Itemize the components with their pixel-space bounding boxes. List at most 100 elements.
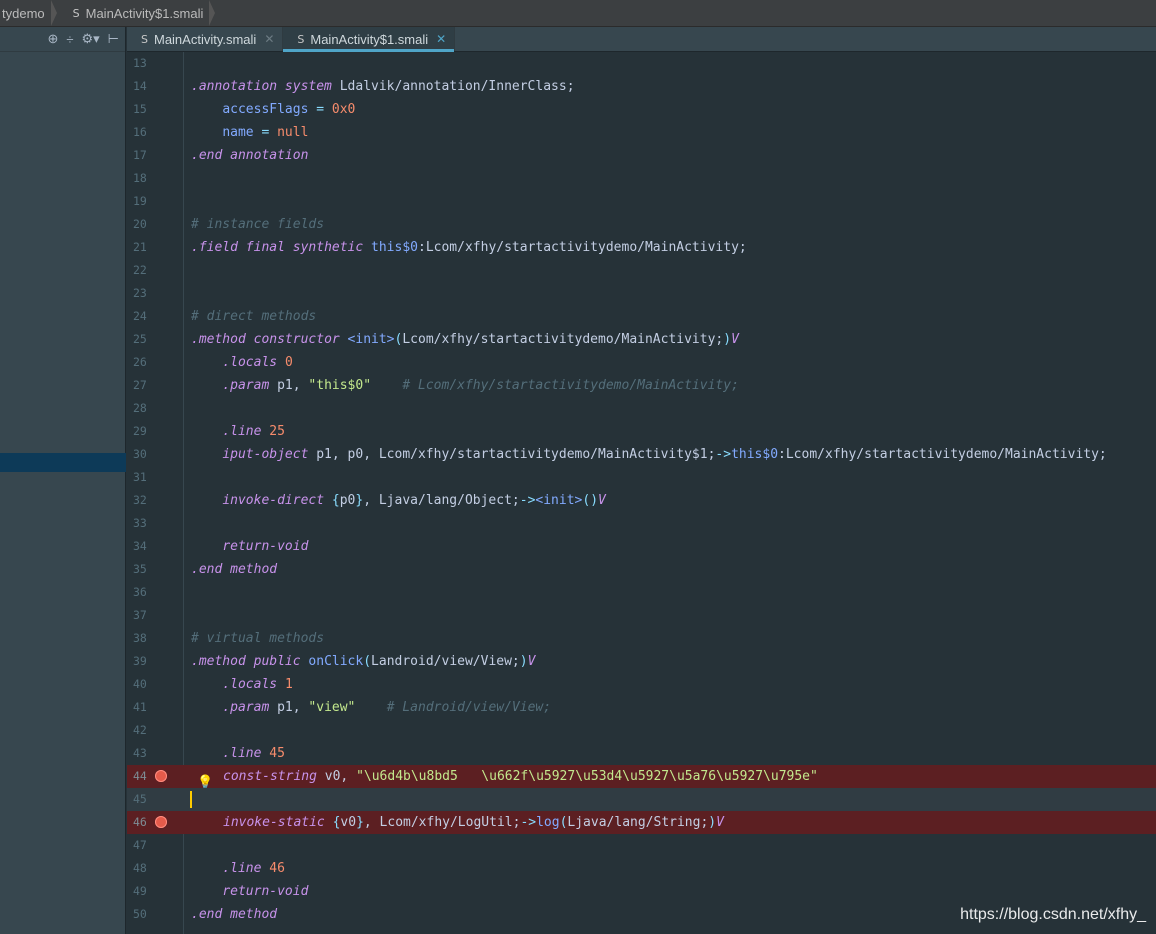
line-number[interactable]: 23 (133, 282, 153, 305)
code-line[interactable]: 29 .line 25 (127, 420, 1156, 443)
code-line[interactable]: 36 (127, 581, 1156, 604)
code-line[interactable]: 34 return-void (127, 535, 1156, 558)
code-line[interactable]: 25 .method constructor <init>(Lcom/xfhy/s… (127, 328, 1156, 351)
code-line[interactable]: 49 return-void (127, 880, 1156, 903)
code-line[interactable]: 15 accessFlags = 0x0 (127, 98, 1156, 121)
code-line[interactable]: 28 (127, 397, 1156, 420)
line-number[interactable]: 41 (133, 696, 153, 719)
line-number[interactable]: 29 (133, 420, 153, 443)
code-line[interactable]: 14 .annotation system Ldalvik/annotation/… (127, 75, 1156, 98)
tab-mainactivity1-smali[interactable]: S MainActivity$1.smali ✕ (283, 27, 456, 52)
code-line[interactable]: 44 💡 const-string v0, "\u6d4b\u8bd5 \u662f… (127, 765, 1156, 790)
code-line[interactable]: 45 (127, 788, 1156, 811)
line-number[interactable]: 48 (133, 857, 153, 880)
code-line[interactable]: 46 invoke-static {v0}, Lcom/xfhy/LogUtil;… (127, 811, 1156, 834)
code-line[interactable]: 16 name = null (127, 121, 1156, 144)
code-line[interactable]: 23 (127, 282, 1156, 305)
line-number[interactable]: 33 (133, 512, 153, 535)
line-number[interactable]: 37 (133, 604, 153, 627)
code-token: invoke-direct (222, 493, 325, 508)
code-line[interactable]: 30 iput-object p1, p0, Lcom/xfhy/startac… (127, 443, 1156, 466)
code-line[interactable]: 26 .locals 0 (127, 351, 1156, 374)
line-number[interactable]: 22 (133, 259, 153, 282)
line-number[interactable]: 15 (133, 98, 153, 121)
line-number[interactable]: 38 (133, 627, 153, 650)
collapse-all-icon[interactable]: ÷ (66, 32, 73, 47)
code-editor[interactable]: 13 14 .annotation system Ldalvik/annotatio… (127, 52, 1156, 934)
line-number[interactable]: 39 (133, 650, 153, 673)
code-line[interactable]: 39 .method public onClick(Landroid/view/V… (127, 650, 1156, 673)
close-icon[interactable]: ✕ (264, 32, 274, 46)
code-line[interactable]: 40 .locals 1 (127, 673, 1156, 696)
line-number[interactable]: 18 (133, 167, 153, 190)
code-line[interactable]: 22 (127, 259, 1156, 282)
line-number[interactable]: 17 (133, 144, 153, 167)
code-line[interactable]: 19 (127, 190, 1156, 213)
code-line[interactable]: 21 .field final synthetic this$0:Lcom/xfh… (127, 236, 1156, 259)
gear-icon[interactable]: ⚙▾ (81, 31, 99, 47)
line-number[interactable]: 45 (133, 788, 153, 811)
line-number[interactable]: 30 (133, 443, 153, 466)
code-line[interactable]: 43 .line 45 (127, 742, 1156, 765)
line-number[interactable]: 27 (133, 374, 153, 397)
selected-tree-item[interactable] (0, 453, 126, 472)
breakpoint-icon[interactable] (155, 816, 167, 828)
code-text: .line 25 (191, 420, 285, 443)
line-number[interactable]: 31 (133, 466, 153, 489)
code-line[interactable]: 38 # virtual methods (127, 627, 1156, 650)
line-number[interactable]: 16 (133, 121, 153, 144)
code-line[interactable]: 42 (127, 719, 1156, 742)
code-text: .param p1, "this$0" # Lcom/xfhy/startact… (191, 374, 739, 397)
line-number[interactable]: 47 (133, 834, 153, 857)
code-text: invoke-direct {p0}, Ljava/lang/Object;->… (191, 489, 606, 512)
line-number[interactable]: 13 (133, 52, 153, 75)
line-number[interactable]: 35 (133, 558, 153, 581)
code-token: () (582, 493, 599, 508)
line-number[interactable]: 43 (133, 742, 153, 765)
breadcrumb-file[interactable]: S MainActivity$1.smali (63, 0, 210, 27)
line-number[interactable]: 20 (133, 213, 153, 236)
code-line[interactable]: 48 .line 46 (127, 857, 1156, 880)
code-line[interactable]: 20 # instance fields (127, 213, 1156, 236)
line-number[interactable]: 26 (133, 351, 153, 374)
code-token: .method (191, 654, 246, 669)
line-number[interactable]: 24 (133, 305, 153, 328)
line-number[interactable]: 28 (133, 397, 153, 420)
line-number[interactable]: 46 (133, 811, 153, 834)
code-line[interactable]: 31 (127, 466, 1156, 489)
tab-mainactivity-smali[interactable]: S MainActivity.smali ✕ (127, 27, 284, 51)
code-line[interactable]: 18 (127, 167, 1156, 190)
locate-icon[interactable]: ⊕ (47, 31, 58, 47)
code-line[interactable]: 24 # direct methods (127, 305, 1156, 328)
line-number[interactable]: 19 (133, 190, 153, 213)
code-line[interactable]: 27 .param p1, "this$0" # Lcom/xfhy/start… (127, 374, 1156, 397)
line-number[interactable]: 40 (133, 673, 153, 696)
line-number[interactable]: 50 (133, 903, 153, 926)
code-line[interactable]: 33 (127, 512, 1156, 535)
code-line[interactable]: 32 invoke-direct {p0}, Ljava/lang/Object… (127, 489, 1156, 512)
code-line[interactable]: 37 (127, 604, 1156, 627)
close-icon[interactable]: ✕ (436, 32, 446, 46)
line-number[interactable]: 44 (133, 765, 153, 788)
code-token: .end (191, 562, 223, 577)
line-number[interactable]: 14 (133, 75, 153, 98)
line-number[interactable]: 21 (133, 236, 153, 259)
line-number[interactable]: 25 (133, 328, 153, 351)
breadcrumb-project[interactable]: tydemo (0, 0, 51, 27)
code-line[interactable]: 17 .end annotation (127, 144, 1156, 167)
code-token: -> (519, 493, 536, 508)
hide-panel-icon[interactable]: ⊢ (108, 31, 119, 47)
line-number[interactable]: 36 (133, 581, 153, 604)
code-line[interactable]: 35 .end method (127, 558, 1156, 581)
line-number[interactable]: 49 (133, 880, 153, 903)
line-number[interactable]: 34 (133, 535, 153, 558)
code-text: return-void (191, 880, 308, 903)
code-line[interactable]: 13 (127, 52, 1156, 75)
code-token: 1 (284, 677, 293, 692)
breakpoint-icon[interactable] (155, 770, 167, 782)
code-line[interactable]: 47 (127, 834, 1156, 857)
line-number[interactable]: 42 (133, 719, 153, 742)
line-number[interactable]: 32 (133, 489, 153, 512)
code-line[interactable]: 41 .param p1, "view" # Landroid/view/Vie… (127, 696, 1156, 719)
